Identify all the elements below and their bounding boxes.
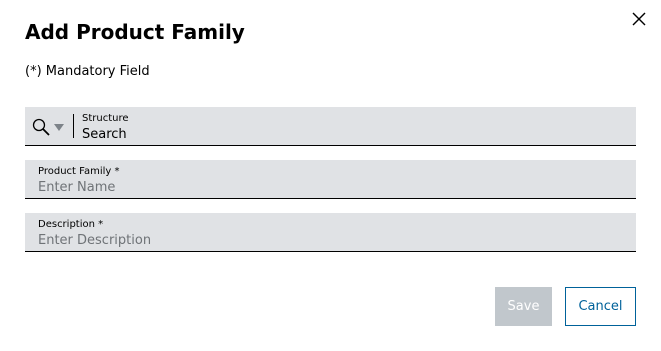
dialog-title: Add Product Family — [25, 20, 245, 44]
structure-label: Structure — [82, 113, 129, 124]
cancel-button[interactable]: Cancel — [565, 287, 636, 326]
search-icon — [31, 117, 51, 137]
product-family-field: Product Family * — [25, 160, 636, 199]
structure-search-input[interactable] — [82, 125, 622, 143]
description-input[interactable] — [38, 231, 628, 249]
save-button[interactable]: Save — [495, 287, 552, 326]
search-type-dropdown[interactable] — [31, 116, 64, 138]
field-divider — [73, 114, 74, 138]
add-product-family-dialog: Add Product Family (*) Mandatory Field S… — [0, 0, 661, 351]
mandatory-field-note: (*) Mandatory Field — [25, 64, 150, 79]
structure-field: Structure — [25, 107, 636, 146]
product-family-input[interactable] — [38, 178, 628, 196]
close-icon[interactable] — [630, 10, 648, 28]
product-family-label: Product Family * — [38, 166, 120, 177]
description-field: Description * — [25, 213, 636, 252]
caret-down-icon — [54, 123, 64, 131]
description-label: Description * — [38, 219, 104, 230]
